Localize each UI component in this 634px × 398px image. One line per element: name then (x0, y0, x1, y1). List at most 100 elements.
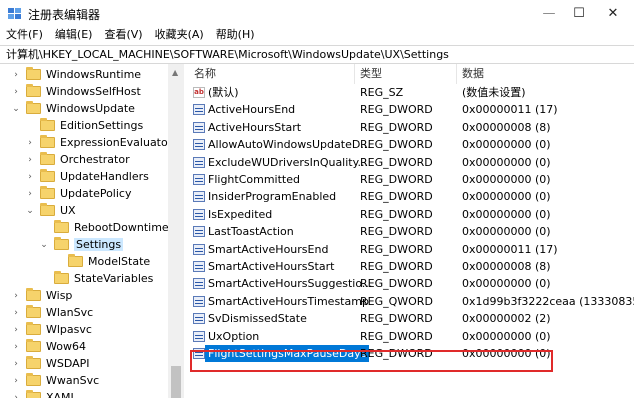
value-row[interactable]: IsExpedited REG_DWORD 0x00000000 (0) (188, 206, 634, 223)
value-row[interactable]: InsiderProgramEnabled REG_DWORD 0x00000000… (188, 188, 634, 205)
tree-item[interactable]: StateVariables (54, 270, 153, 287)
tree-item[interactable]: › Wow64 (14, 338, 86, 355)
binary-value-icon (193, 191, 205, 203)
chevron-right-icon[interactable]: › (11, 325, 21, 335)
value-data: 0x00000008 (8) (462, 120, 551, 134)
value-row[interactable]: FlightCommitted REG_DWORD 0x00000000 (0) (188, 171, 634, 188)
value-data: 0x00000002 (2) (462, 312, 551, 326)
value-row[interactable]: ab (默认) REG_SZ (数值未设置) (188, 84, 634, 101)
value-data: 0x00000000 (0) (462, 190, 551, 204)
tree-item[interactable]: ⌄ Settings (40, 236, 124, 253)
chevron-right-icon[interactable]: › (25, 155, 35, 165)
tree-item[interactable]: › XAML (14, 389, 77, 398)
tree-item[interactable]: › ExpressionEvaluators (28, 134, 178, 151)
tree-item[interactable]: EditionSettings (40, 117, 143, 134)
value-row[interactable]: UxOption REG_DWORD 0x00000000 (0) (188, 328, 634, 345)
tree-item[interactable]: ⌄ UX (26, 202, 76, 219)
value-name: ActiveHoursEnd (208, 103, 296, 117)
chevron-down-icon[interactable]: ⌄ (11, 104, 21, 114)
column-divider[interactable] (354, 64, 355, 84)
tree-item[interactable]: › UpdatePolicy (28, 185, 131, 202)
column-header-name[interactable]: 名称 (194, 64, 216, 84)
value-name: SmartActiveHoursSuggestio... (208, 277, 373, 291)
chevron-down-icon[interactable]: ⌄ (39, 240, 49, 250)
chevron-right-icon[interactable]: › (11, 308, 21, 318)
menu-favorites[interactable]: 收藏夹(A) (149, 27, 210, 45)
value-row[interactable]: SmartActiveHoursEnd REG_DWORD 0x00000011 (… (188, 241, 634, 258)
tree-item[interactable]: ModelState (68, 253, 150, 270)
value-row[interactable]: ActiveHoursEnd REG_DWORD 0x00000011 (17) (188, 101, 634, 118)
chevron-right-icon[interactable]: › (11, 393, 21, 398)
tree-item-label: XAML (46, 391, 77, 398)
tree-item[interactable]: ⌄ WindowsUpdate (12, 100, 135, 117)
tree-item[interactable]: › WlanSvc (14, 304, 93, 321)
column-header-data[interactable]: 数据 (462, 64, 484, 84)
value-data: 0x00000000 (0) (462, 173, 551, 186)
chevron-right-icon[interactable]: › (25, 138, 35, 148)
chevron-right-icon[interactable]: › (11, 376, 21, 386)
value-type: REG_DWORD (360, 120, 433, 134)
tree-item-label: UX (60, 204, 76, 217)
tree-item-label: UpdateHandlers (60, 170, 149, 183)
tree-item[interactable]: › WSDAPI (14, 355, 90, 372)
menu-edit[interactable]: 编辑(E) (49, 27, 99, 45)
chevron-right-icon[interactable]: › (25, 189, 35, 199)
value-data: 0x00000000 (0) (462, 207, 551, 221)
tree-item[interactable]: › Orchestrator (28, 151, 130, 168)
column-divider[interactable] (456, 64, 457, 84)
folder-icon (26, 390, 41, 398)
binary-value-icon (193, 313, 205, 325)
folder-icon (40, 152, 55, 165)
tree-item-label: Wisp (46, 289, 73, 302)
scroll-thumb[interactable] (171, 366, 181, 398)
tree-item[interactable]: › UpdateHandlers (28, 168, 149, 185)
tree-item-label: StateVariables (74, 272, 154, 285)
value-data: 0x00000008 (8) (462, 260, 551, 273)
value-row[interactable]: SmartActiveHoursTimestamp REG_QWORD 0x1d99… (188, 293, 634, 310)
tree-item-label: WSDAPI (46, 357, 90, 370)
value-row[interactable]: SmartActiveHoursStart REG_DWORD 0x00000008… (188, 258, 634, 275)
column-header-type[interactable]: 类型 (360, 64, 382, 84)
close-button[interactable]: ✕ (590, 0, 634, 27)
chevron-right-icon[interactable]: › (11, 291, 21, 301)
binary-value-icon (193, 208, 205, 220)
value-type: REG_DWORD (360, 329, 433, 343)
binary-value-icon (193, 278, 205, 290)
tree-item[interactable]: › WindowsSelfHost (14, 83, 141, 100)
tree-item[interactable]: › Wisp (14, 287, 73, 304)
value-name: SmartActiveHoursTimestamp (208, 294, 369, 308)
chevron-right-icon[interactable]: › (25, 172, 35, 182)
folder-icon (54, 237, 69, 250)
address-bar[interactable]: 计算机\HKEY_LOCAL_MACHINE\SOFTWARE\Microsof… (0, 45, 634, 64)
value-name: AllowAutoWindowsUpdateD... (208, 138, 371, 152)
menu-help[interactable]: 帮助(H) (210, 27, 261, 45)
folder-icon (26, 356, 41, 369)
chevron-right-icon[interactable]: › (11, 87, 21, 97)
menu-view[interactable]: 查看(V) (98, 27, 148, 45)
binary-value-icon (193, 226, 205, 238)
value-row[interactable]: SvDismissedState REG_DWORD 0x00000002 (2) (188, 310, 634, 327)
menu-bar: 文件(F) 编辑(E) 查看(V) 收藏夹(A) 帮助(H) (0, 27, 634, 45)
menu-file[interactable]: 文件(F) (0, 27, 49, 45)
chevron-right-icon[interactable]: › (11, 359, 21, 369)
tree-item[interactable]: › Wlpasvc (14, 321, 92, 338)
value-type: REG_DWORD (360, 190, 433, 204)
scroll-up-icon[interactable]: ▲ (172, 68, 178, 77)
chevron-right-icon[interactable]: › (11, 342, 21, 352)
chevron-down-icon[interactable]: ⌄ (25, 206, 35, 216)
tree-item[interactable]: RebootDowntime (54, 219, 169, 236)
folder-icon (26, 305, 41, 318)
tree-item[interactable]: › WindowsRuntime (14, 66, 141, 83)
value-row[interactable]: SmartActiveHoursSuggestio... REG_DWORD 0x0… (188, 275, 634, 292)
value-data: 0x00000000 (0) (462, 225, 551, 239)
value-row[interactable]: LastToastAction REG_DWORD 0x00000000 (0) (188, 223, 634, 240)
value-row[interactable]: AllowAutoWindowsUpdateD... REG_DWORD 0x000… (188, 136, 634, 153)
value-row[interactable]: ActiveHoursStart REG_DWORD 0x00000008 (8) (188, 119, 634, 136)
chevron-right-icon[interactable]: › (11, 70, 21, 80)
values-list: 名称 类型 数据 ab (默认) REG_SZ (数值未设置) ActiveHoursE… (188, 64, 634, 398)
value-row[interactable]: ExcludeWUDriversInQuality... REG_DWORD 0x0… (188, 154, 634, 171)
value-name: SmartActiveHoursEnd (208, 242, 329, 256)
tree-item[interactable]: › WwanSvc (14, 372, 99, 389)
tree-scrollbar[interactable]: ▲ (168, 64, 184, 398)
tree-item-label: Orchestrator (60, 153, 130, 166)
